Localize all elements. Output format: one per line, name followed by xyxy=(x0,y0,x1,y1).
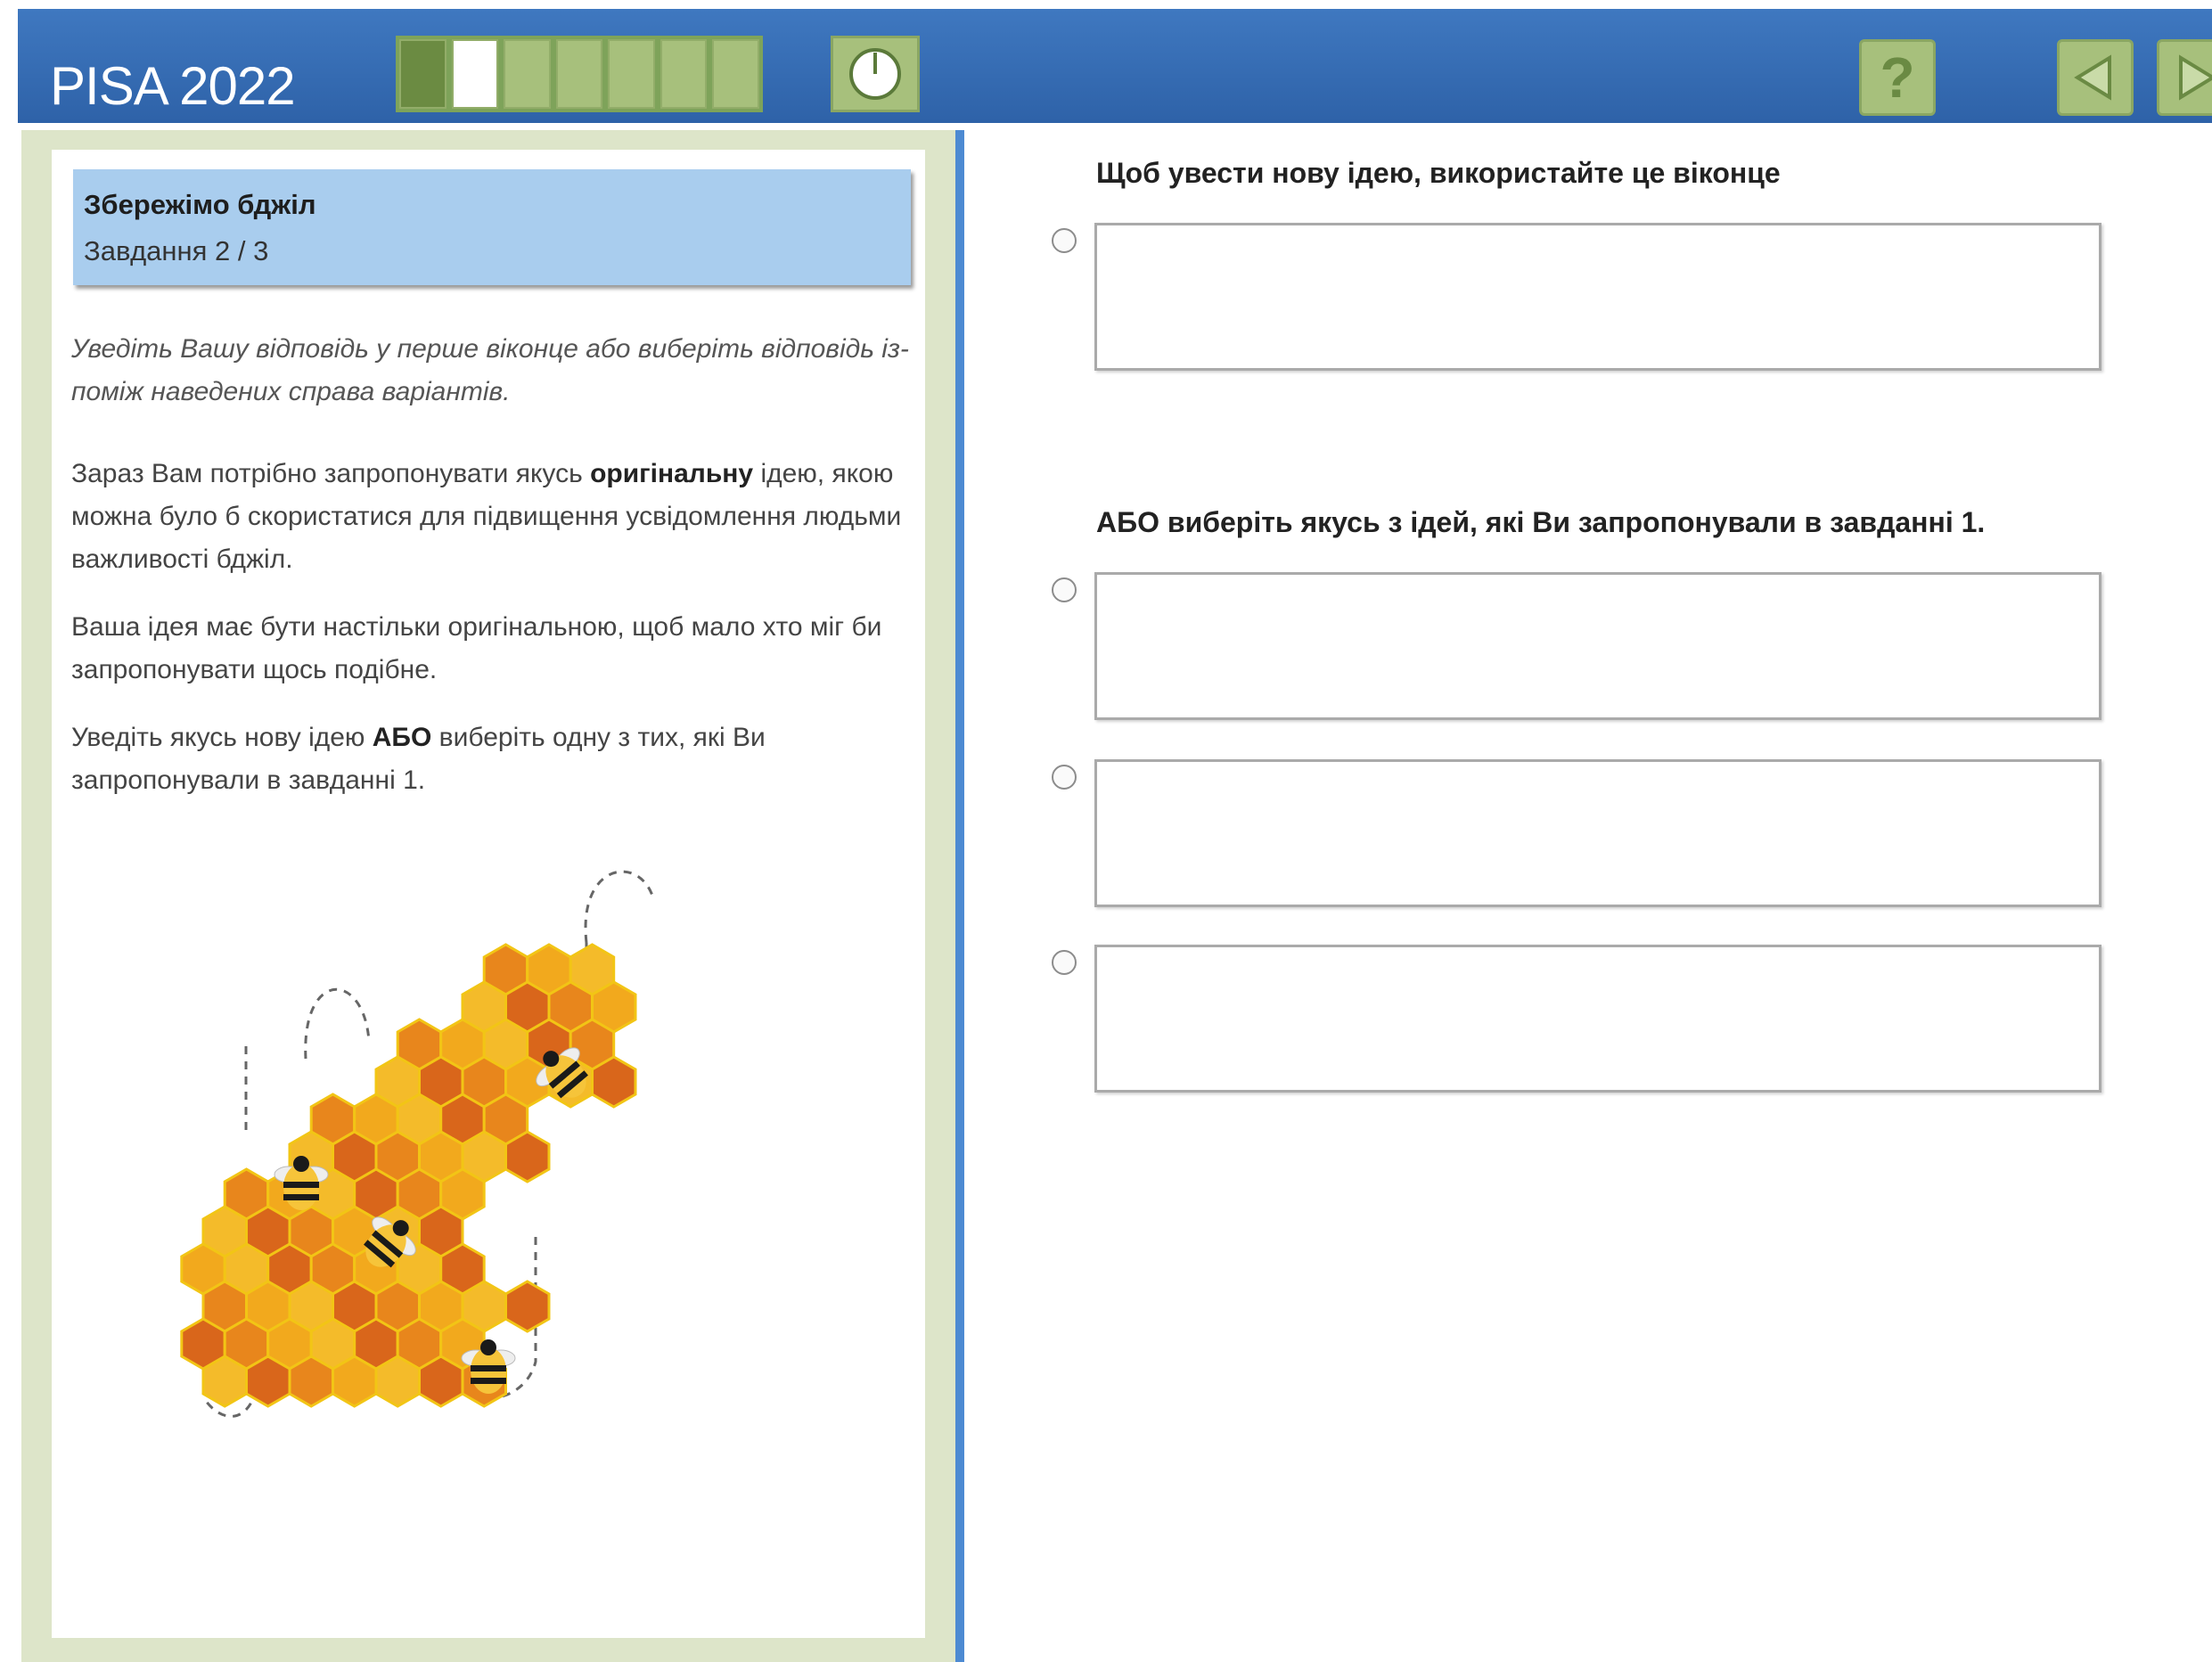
new-idea-radio[interactable] xyxy=(1052,228,1077,253)
prompt-text: Уведіть якусь нову ідею xyxy=(71,723,373,752)
stimulus-panel: Збережімо бджіл Завдання 2 / 3 Уведіть В… xyxy=(21,130,964,1662)
timer-button[interactable] xyxy=(831,36,920,112)
previous-idea-radio-1[interactable] xyxy=(1052,577,1077,602)
honeycomb-bees-illustration xyxy=(180,870,655,1418)
honeycomb-cell xyxy=(245,1355,291,1408)
emphasis-original: оригінальну xyxy=(590,459,754,488)
new-idea-text-box[interactable] xyxy=(1094,223,2101,371)
new-idea-heading: Щоб увести нову ідею, використайте це ві… xyxy=(1096,157,1781,189)
honeycomb-cell xyxy=(201,1355,248,1408)
clock-icon xyxy=(849,48,901,100)
app-title: PISA 2022 xyxy=(50,56,296,116)
unit-header-card: Збережімо бджіл Завдання 2 / 3 xyxy=(73,169,911,285)
honeycomb-cell xyxy=(288,1355,334,1408)
previous-idea-radio-3[interactable] xyxy=(1052,950,1077,975)
progress-segment xyxy=(555,39,603,109)
originality-paragraph: Ваша ідея має бути настільки оригінально… xyxy=(71,612,882,684)
honeycomb-cell xyxy=(418,1355,464,1408)
help-icon: ? xyxy=(1880,45,1915,110)
previous-idea-box-3[interactable] xyxy=(1094,945,2101,1093)
choice-paragraph: Уведіть якусь нову ідею АБО виберіть одн… xyxy=(71,716,918,802)
emphasis-or: АБО xyxy=(372,723,432,752)
prompt-text: Зараз Вам потрібно запропонувати якусь xyxy=(71,459,591,488)
help-button[interactable]: ? xyxy=(1859,39,1936,116)
previous-idea-radio-2[interactable] xyxy=(1052,765,1077,790)
previous-idea-box-2[interactable] xyxy=(1094,759,2101,907)
progress-segment xyxy=(660,39,708,109)
previous-ideas-heading: АБО виберіть якусь з ідей, які Ви запроп… xyxy=(1096,506,1986,538)
honeycomb-cell xyxy=(374,1355,421,1408)
previous-button[interactable] xyxy=(2057,39,2134,116)
honeycomb-cell xyxy=(332,1355,378,1408)
progress-segment xyxy=(712,39,760,109)
honeycomb-cells xyxy=(180,943,637,1408)
task-counter: Завдання 2 / 3 xyxy=(84,235,269,266)
honeycomb-cell xyxy=(504,1130,551,1183)
arrow-left-icon xyxy=(2074,54,2111,101)
arrow-right-icon xyxy=(2179,54,2212,101)
progress-segment-current xyxy=(451,39,499,109)
honeycomb-cell xyxy=(591,1055,637,1109)
stimulus-content[interactable]: Збережімо бджіл Завдання 2 / 3 Уведіть В… xyxy=(52,150,925,1638)
task-prompt-paragraph: Зараз Вам потрібно запропонувати якусь о… xyxy=(71,453,918,581)
task-progress-bar xyxy=(396,36,763,112)
top-bar: PISA 2022 ? xyxy=(18,9,2212,123)
instruction-text: Уведіть Вашу відповідь у перше віконце а… xyxy=(71,334,909,406)
honeycomb-cell xyxy=(504,1280,551,1333)
unit-title: Збережімо бджіл xyxy=(84,189,316,220)
next-button[interactable] xyxy=(2157,39,2212,116)
progress-segment xyxy=(504,39,551,109)
progress-segment xyxy=(608,39,655,109)
previous-idea-box-1[interactable] xyxy=(1094,572,2101,720)
progress-segment-completed xyxy=(399,39,446,109)
